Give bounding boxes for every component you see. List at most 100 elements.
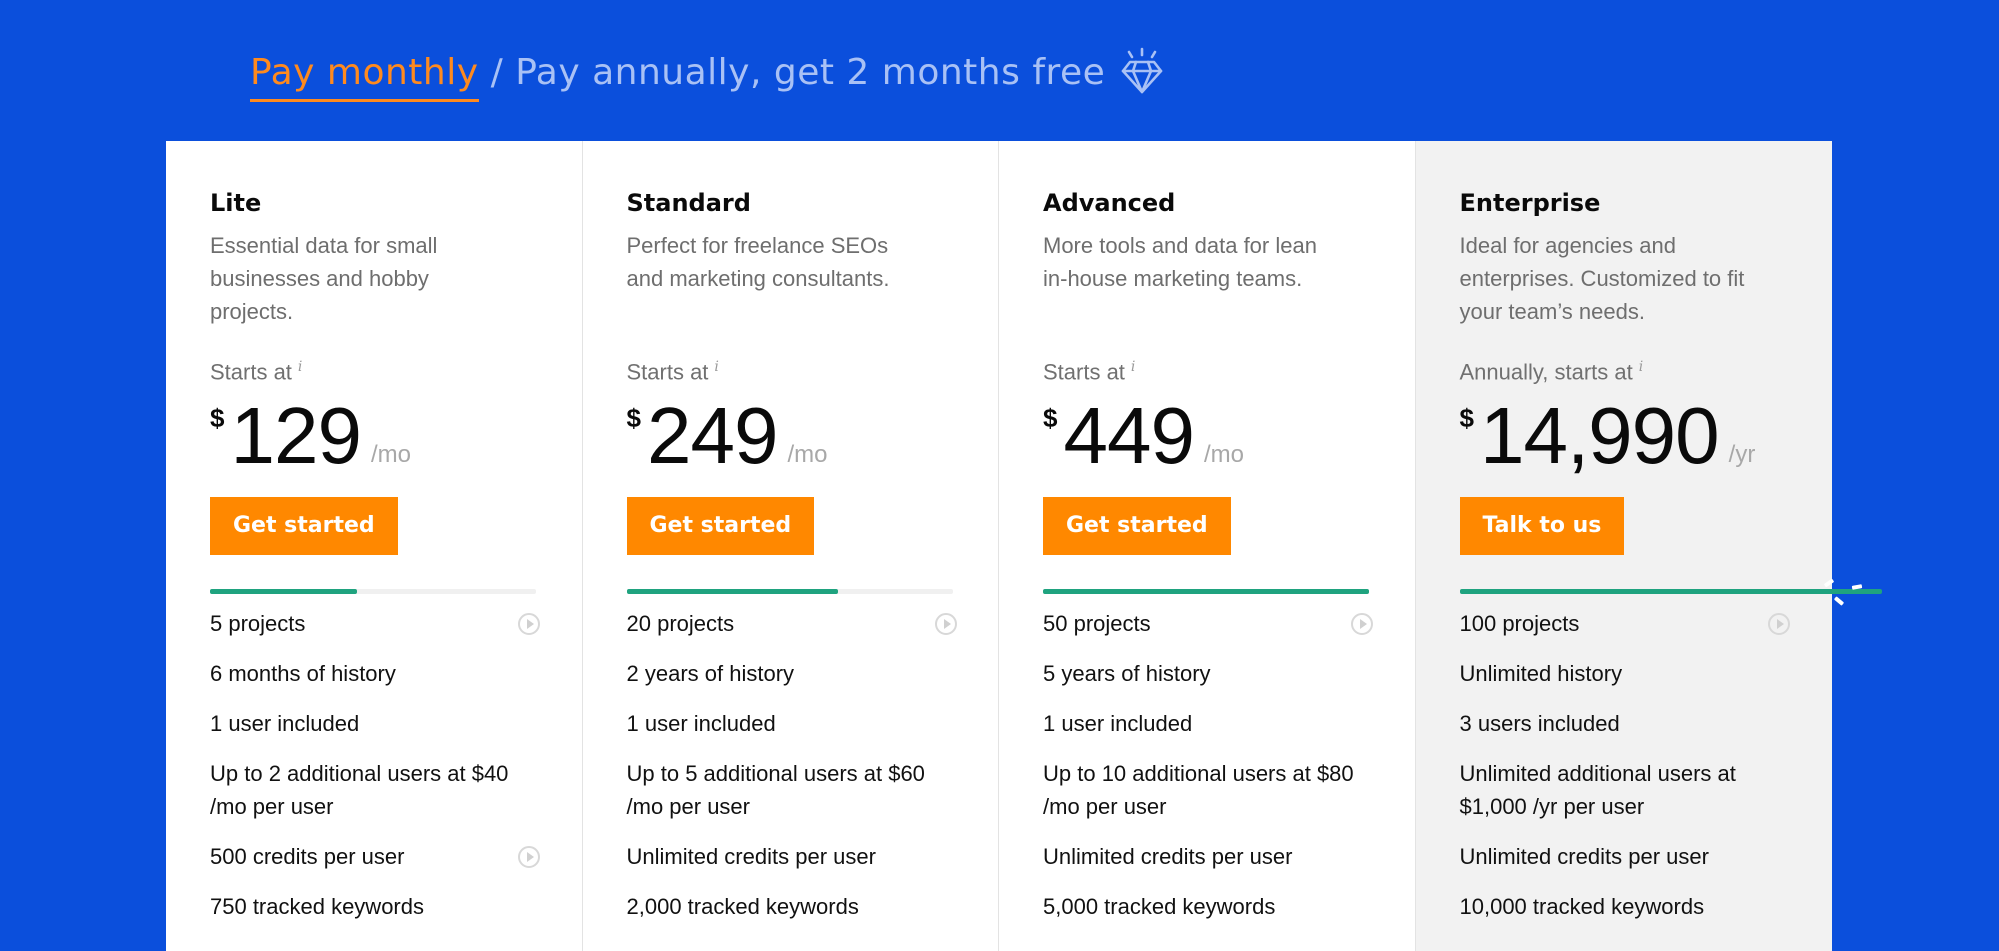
currency-symbol: $ xyxy=(1043,403,1058,433)
projects-progress-bar xyxy=(626,589,953,594)
feature-text: 500 credits per user xyxy=(210,844,405,869)
plan-cta-button[interactable]: Get started xyxy=(1043,497,1231,555)
currency-symbol: $ xyxy=(210,403,225,433)
feature-item: 20 projects xyxy=(627,607,957,640)
plan-name: Lite xyxy=(210,189,262,217)
feature-text: Up to 2 additional users at $40 /mo per … xyxy=(210,761,509,819)
feature-item: Up to 10 additional users at $80 /mo per… xyxy=(1043,757,1373,823)
play-video-icon[interactable] xyxy=(518,613,540,635)
feature-text: Up to 10 additional users at $80 /mo per… xyxy=(1043,761,1354,819)
feature-text: 10,000 tracked keywords xyxy=(1459,894,1705,919)
diamond-icon xyxy=(1121,47,1163,94)
feature-text: 100 projects xyxy=(1459,611,1580,636)
feature-text: Unlimited credits per user xyxy=(1459,844,1709,869)
pay-monthly-option[interactable]: Pay monthly xyxy=(250,52,479,102)
plan-card-advanced: Advanced More tools and data for lean in… xyxy=(999,141,1416,951)
feature-text: 3 users included xyxy=(1459,711,1620,736)
info-icon[interactable]: i xyxy=(1131,359,1135,375)
feature-list: 100 projects Unlimited history 3 users inc… xyxy=(1460,607,1790,940)
feature-text: 1 user included xyxy=(626,711,776,736)
price-label-text: Starts at xyxy=(210,359,292,385)
projects-progress-bar xyxy=(210,589,536,594)
feature-text: Unlimited credits per user xyxy=(626,844,876,869)
feature-item: 500 credits per user xyxy=(210,840,540,873)
feature-item: 2 years of history xyxy=(627,657,957,690)
price-amount: 129 xyxy=(230,391,361,480)
price-label: Starts at i xyxy=(210,359,302,385)
price-label-text: Starts at xyxy=(1043,359,1125,385)
feature-text: 750 tracked keywords xyxy=(210,894,424,919)
projects-progress-fill xyxy=(1043,589,1369,594)
play-video-icon[interactable] xyxy=(518,846,540,868)
feature-text: 50 projects xyxy=(1043,611,1151,636)
plan-name: Advanced xyxy=(1043,189,1176,217)
plan-description: Perfect for freelance SEOs and marketing… xyxy=(626,233,890,291)
feature-text: 6 months of history xyxy=(210,661,396,686)
projects-progress-fill xyxy=(1459,589,1882,594)
price: $ 14,990 /yr xyxy=(1460,391,1756,481)
price-period: /mo xyxy=(1203,441,1244,468)
plan-cta-button[interactable]: Talk to us xyxy=(1459,497,1625,555)
feature-item: Unlimited additional users at $1,000 /yr… xyxy=(1460,757,1790,823)
plan-name: Enterprise xyxy=(1459,189,1601,217)
feature-item: 5 projects xyxy=(210,607,540,640)
feature-list: 50 projects 5 years of history 1 user incl… xyxy=(1043,607,1373,940)
sparkle-icon xyxy=(1823,578,1834,588)
feature-text: Unlimited credits per user xyxy=(1043,844,1293,869)
info-icon[interactable]: i xyxy=(714,359,718,375)
pay-annually-option[interactable]: Pay annually, get 2 months free xyxy=(515,52,1105,93)
price-period: /mo xyxy=(787,441,828,468)
currency-symbol: $ xyxy=(1459,403,1474,433)
feature-list: 5 projects 6 months of history 1 user incl… xyxy=(210,607,540,940)
currency-symbol: $ xyxy=(626,403,641,433)
info-icon[interactable]: i xyxy=(298,359,302,375)
price-label: Starts at i xyxy=(1043,359,1135,385)
price-period: /mo xyxy=(370,441,411,468)
toggle-separator: / xyxy=(490,52,504,93)
feature-text: 5 projects xyxy=(210,611,306,636)
plan-card-enterprise: Enterprise Ideal for agencies and enterp… xyxy=(1415,141,1882,951)
feature-text: 2,000 tracked keywords xyxy=(626,894,859,919)
price-label-text: Annually, starts at xyxy=(1459,359,1633,385)
info-icon[interactable]: i xyxy=(1639,359,1643,375)
play-video-icon[interactable] xyxy=(1351,613,1373,635)
feature-text: 1 user included xyxy=(210,711,360,736)
feature-text: Unlimited additional users at $1,000 /yr… xyxy=(1459,761,1736,819)
price-amount: 14,990 xyxy=(1479,391,1720,480)
feature-item: Unlimited credits per user xyxy=(627,840,957,873)
feature-item: 5 years of history xyxy=(1043,657,1373,690)
play-video-icon[interactable] xyxy=(934,613,957,635)
plan-description: Ideal for agencies and enterprises. Cust… xyxy=(1459,233,1745,324)
feature-item: Unlimited credits per user xyxy=(1460,840,1790,873)
plan-cta-button[interactable]: Get started xyxy=(626,497,815,555)
feature-item: 6 months of history xyxy=(210,657,540,690)
projects-progress-bar xyxy=(1459,578,1882,606)
projects-progress-fill xyxy=(626,589,839,594)
plan-description: Essential data for small businesses and … xyxy=(210,233,438,324)
feature-text: Up to 5 additional users at $60 /mo per … xyxy=(626,761,925,819)
feature-text: Unlimited history xyxy=(1459,661,1623,686)
price-label: Annually, starts at i xyxy=(1460,359,1644,385)
price-amount: 249 xyxy=(646,391,778,480)
feature-item: 50 projects xyxy=(1043,607,1373,640)
plan-cta-button[interactable]: Get started xyxy=(210,497,398,555)
feature-item: 750 tracked keywords xyxy=(210,890,540,923)
price: $ 129 /mo xyxy=(210,391,411,481)
price: $ 449 /mo xyxy=(1043,391,1244,481)
feature-item: 3 users included xyxy=(1460,707,1790,740)
pricing-cards: Lite Essential data for small businesses… xyxy=(166,141,1882,951)
feature-text: 2 years of history xyxy=(626,661,795,686)
plan-description: More tools and data for lean in-house ma… xyxy=(1043,233,1317,291)
feature-text: 5,000 tracked keywords xyxy=(1043,894,1276,919)
projects-progress-fill xyxy=(210,589,357,594)
feature-text: 20 projects xyxy=(626,611,735,636)
feature-item: 10,000 tracked keywords xyxy=(1460,890,1790,923)
feature-item: Up to 2 additional users at $40 /mo per … xyxy=(210,757,540,823)
feature-item: 1 user included xyxy=(210,707,540,740)
feature-list: 20 projects 2 years of history 1 user incl… xyxy=(627,607,957,940)
feature-item: Unlimited credits per user xyxy=(1043,840,1373,873)
play-video-icon[interactable] xyxy=(1767,613,1790,635)
feature-item: 1 user included xyxy=(627,707,957,740)
feature-item: 1 user included xyxy=(1043,707,1373,740)
feature-item: Unlimited history xyxy=(1460,657,1790,690)
